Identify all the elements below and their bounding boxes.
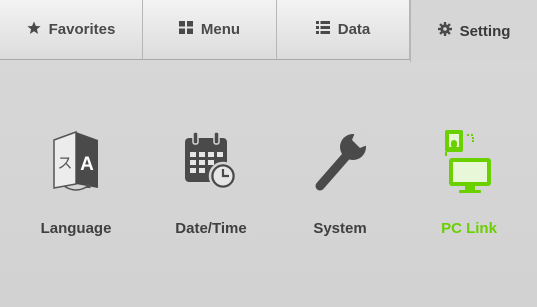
- tab-data-label: Data: [337, 21, 371, 38]
- tab-bar: Favorites Menu Data Setting: [0, 0, 537, 62]
- svg-text:A: A: [80, 154, 94, 175]
- list-icon: [315, 21, 330, 38]
- tab-menu-label: Menu: [200, 21, 241, 38]
- pc-link-icon: [441, 128, 497, 194]
- setting-pc-link[interactable]: PC Link: [414, 128, 524, 243]
- tab-data[interactable]: Data: [277, 0, 410, 60]
- tab-menu[interactable]: Menu: [143, 0, 277, 60]
- tab-favorites[interactable]: Favorites: [0, 0, 143, 60]
- wrench-icon: [312, 128, 370, 194]
- language-icon: ス A: [48, 128, 104, 194]
- tab-favorites-label: Favorites: [48, 21, 116, 38]
- star-icon: [27, 21, 41, 39]
- setting-system-label: System: [313, 220, 367, 237]
- calendar-clock-icon: [183, 128, 239, 194]
- grid-icon: [178, 21, 193, 38]
- setting-date-time[interactable]: Date/Time: [156, 128, 266, 243]
- setting-pc-link-label: PC Link: [441, 220, 497, 237]
- gear-icon: [437, 22, 452, 40]
- setting-language[interactable]: ス A Language: [21, 128, 131, 243]
- settings-screen: Favorites Menu Data Setting ス A Language…: [0, 0, 537, 307]
- tab-setting[interactable]: Setting: [410, 0, 537, 62]
- setting-language-label: Language: [40, 220, 112, 237]
- setting-system[interactable]: System: [285, 128, 395, 243]
- tab-setting-label: Setting: [459, 22, 511, 40]
- svg-text:ス: ス: [57, 154, 72, 172]
- setting-date-time-label: Date/Time: [175, 220, 247, 237]
